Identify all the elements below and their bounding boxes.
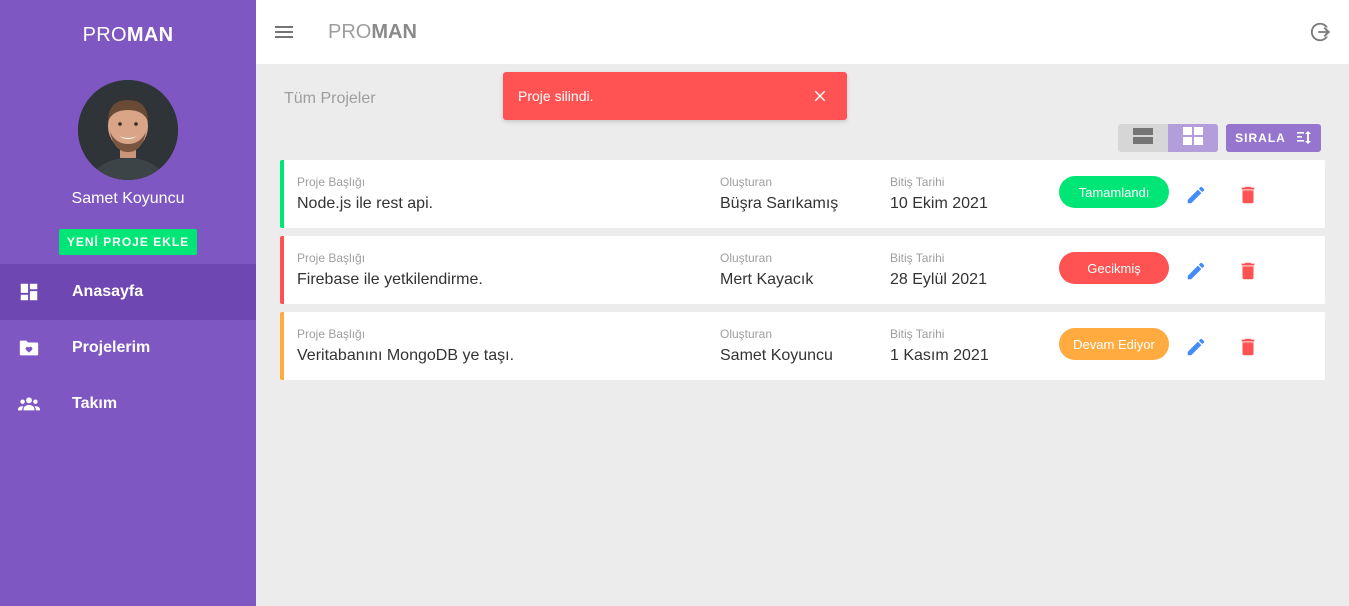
view-toggle [1118,124,1218,152]
team-icon [18,393,40,415]
list-view-button[interactable] [1118,124,1168,152]
sidebar-item-anasayfa[interactable]: Anasayfa [0,264,256,320]
sidebar-item-takim[interactable]: Takım [0,376,256,432]
dashboard-icon [18,281,40,303]
title-label: Proje Başlığı [297,251,366,265]
project-owner: Samet Koyuncu [720,347,833,364]
grid-view-button[interactable] [1168,124,1218,152]
hamburger-menu-icon[interactable] [274,22,294,42]
project-title: Firebase ile yetkilendirme. [297,271,483,288]
project-owner: Mert Kayacık [720,271,814,288]
top-bar: PROMAN [256,0,1349,64]
project-due-date: 28 Eylül 2021 [890,271,987,288]
sidebar: PROMAN Samet Koyuncu YENİ PROJE EKLE Ana… [0,0,256,606]
owner-label: Oluşturan [720,327,773,341]
project-due-date: 10 Ekim 2021 [890,195,988,212]
project-title: Veritabanını MongoDB ye taşı. [297,347,515,364]
status-badge: Tamamlandı [1059,176,1169,208]
toast-message: Proje silindi. [518,88,594,104]
project-due-date: 1 Kasım 2021 [890,347,989,364]
user-name: Samet Koyuncu [71,190,185,207]
project-card: Proje Başlığı Veritabanını MongoDB ye ta… [280,312,1325,380]
sidebar-item-label: Takım [72,395,118,412]
title-light: PRO [328,21,372,43]
logout-icon[interactable] [1309,21,1331,43]
sidebar-item-label: Projelerim [72,339,151,356]
edit-icon[interactable] [1185,184,1207,206]
project-owner: Büşra Sarıkamış [720,195,839,212]
section-heading: Tüm Projeler [284,90,376,107]
sort-icon [1286,129,1312,148]
add-project-button[interactable]: YENİ PROJE EKLE [59,229,197,255]
title-label: Proje Başlığı [297,175,366,189]
sidebar-brand: PROMAN [0,24,256,47]
brand-bold: MAN [126,24,174,46]
owner-label: Oluşturan [720,251,773,265]
sidebar-item-label: Anasayfa [72,283,144,300]
sort-button[interactable]: SIRALA [1226,124,1321,152]
edit-icon[interactable] [1185,336,1207,358]
title-bold: MAN [371,21,417,43]
due-label: Bitiş Tarihi [890,251,945,265]
owner-label: Oluşturan [720,175,773,189]
grid-view-icon [1182,125,1204,152]
delete-icon[interactable] [1237,336,1259,358]
status-badge: Gecikmiş [1059,252,1169,284]
close-icon[interactable] [811,87,829,105]
brand-light: PRO [82,24,127,46]
project-card: Proje Başlığı Firebase ile yetkilendirme… [280,236,1325,304]
page-title: PROMAN [328,21,417,44]
sidebar-nav: Anasayfa Projelerim Takım [0,264,256,432]
delete-icon[interactable] [1237,260,1259,282]
project-title: Node.js ile rest api. [297,195,434,212]
project-card: Proje Başlığı Node.js ile rest api. Oluş… [280,160,1325,228]
sidebar-item-projelerim[interactable]: Projelerim [0,320,256,376]
due-label: Bitiş Tarihi [890,175,945,189]
sort-label: SIRALA [1235,131,1286,145]
due-label: Bitiş Tarihi [890,327,945,341]
delete-icon[interactable] [1237,184,1259,206]
title-label: Proje Başlığı [297,327,366,341]
avatar [78,80,178,180]
folder-heart-icon [18,337,40,359]
status-badge: Devam Ediyor [1059,328,1169,360]
list-view-icon [1132,125,1154,152]
toast-notification: Proje silindi. [503,72,847,120]
edit-icon[interactable] [1185,260,1207,282]
project-list: Proje Başlığı Node.js ile rest api. Oluş… [280,160,1325,388]
